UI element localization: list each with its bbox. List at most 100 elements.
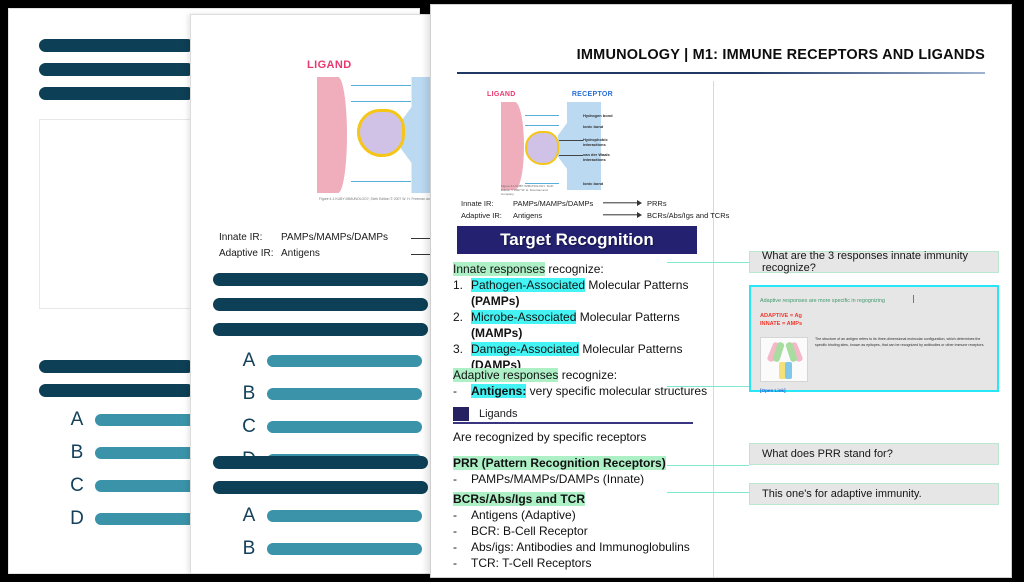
note-body-text: The structure of an antigen refers to it… — [815, 337, 985, 347]
choice-row[interactable]: B — [241, 383, 422, 405]
ligand-receptor-diagram: LIGAND RECEPTOR Hydrogen bond Ionic bond… — [479, 91, 619, 197]
list-text: Abs/igs: Antibodies and Immunoglobulins — [471, 540, 690, 554]
ir-value: PAMPs/MAMPs/DAMPs — [513, 198, 594, 208]
ligand-receptor-diagram-mid: LIGAND Figure 4-1 KUBY IMMUNOLOGY, Sixth… — [299, 59, 437, 204]
note-line-1: Adaptive responses are more specific in … — [760, 295, 988, 304]
list-item: - BCR: B-Cell Receptor — [453, 523, 728, 539]
header-divider — [457, 72, 985, 74]
section-marker-icon — [453, 406, 469, 421]
list-item: 2. Microbe-Associated Molecular Patterns — [453, 309, 705, 325]
section-banner: Target Recognition — [457, 226, 697, 254]
note-line-1-text: Adaptive responses are more specific in … — [760, 298, 885, 304]
choice-row[interactable]: C — [241, 416, 422, 438]
choice-row[interactable]: D — [69, 508, 195, 530]
antibody-stem — [785, 362, 792, 380]
ligands-section-title: Ligands — [479, 407, 518, 420]
list-item: - TCR: T-Cell Receptors — [453, 555, 728, 571]
innate-intro-highlight: Innate responses — [453, 262, 546, 276]
choice-letter: C — [70, 475, 84, 496]
choice-letter: B — [242, 538, 256, 559]
placeholder-bar — [213, 323, 428, 336]
innate-intro: Innate responses recognize: — [453, 261, 705, 277]
list-rest: Molecular Patterns — [576, 310, 680, 324]
connector-line — [667, 262, 749, 263]
list-subtext: (MAMPs) — [471, 326, 523, 340]
list-dash: - — [453, 524, 457, 538]
ir-row: Innate IR: PAMPs/MAMPs/DAMPs — [219, 230, 437, 246]
choice-bar — [95, 414, 195, 426]
list-number: 3. — [453, 342, 464, 356]
note-red-text: ADAPTIVE = Ag INNATE = AMPs — [760, 313, 988, 328]
list-text: PAMPs/MAMPs/DAMPs (Innate) — [471, 472, 645, 486]
diagram-annotation: Ionic bond — [583, 181, 604, 186]
ir-table: Innate IR: PAMPs/MAMPs/DAMPs PRRs Adapti… — [461, 197, 729, 221]
choice-row[interactable]: A — [241, 505, 422, 527]
choice-bar — [267, 510, 422, 522]
choice-row[interactable]: B — [241, 538, 422, 560]
adaptive-intro-highlight: Adaptive responses — [453, 368, 559, 382]
diagram-ligand-label: LIGAND — [307, 59, 352, 71]
antibody-diagram-thumbnail[interactable] — [760, 337, 808, 383]
placeholder-bar — [213, 481, 428, 494]
placeholder-bar — [213, 456, 428, 469]
list-highlight: Microbe-Associated — [471, 310, 577, 324]
question-card-text: What does PRR stand for? — [762, 448, 893, 460]
connector-line — [667, 386, 749, 387]
choice-bar — [267, 355, 422, 367]
ir-row: Adaptive IR: Antigens BCRs/Abs/Igs and T… — [461, 209, 729, 221]
ligands-subtitle: Are recognized by specific receptors — [453, 430, 647, 444]
list-dash: - — [453, 384, 457, 398]
open-link[interactable]: [Open Link] — [760, 388, 988, 393]
note-red-line-1: ADAPTIVE = Ag — [760, 313, 802, 319]
list-item: 3. Damage-Associated Molecular Patterns — [453, 341, 705, 357]
ir-target: PRRs — [647, 198, 667, 208]
ir-value: PAMPs/MAMPs/DAMPs — [281, 232, 389, 243]
list-item: 1. Pathogen-Associated Molecular Pattern… — [453, 277, 705, 293]
list-text: BCR: B-Cell Receptor — [471, 524, 588, 538]
list-text: Antigens (Adaptive) — [471, 508, 576, 522]
list-rest: Molecular Patterns — [585, 278, 689, 292]
annotation-note-card[interactable]: Adaptive responses are more specific in … — [749, 285, 999, 393]
question-card-innate[interactable]: What are the 3 responses innate immunity… — [749, 250, 999, 274]
list-subtext: (PAMPs) — [471, 294, 520, 308]
choice-row[interactable]: B — [69, 442, 195, 464]
choice-letter: A — [242, 505, 256, 526]
ir-key: Innate IR: — [461, 198, 494, 208]
ir-target: BCRs/Abs/Igs and TCRs — [647, 210, 730, 220]
connector-line — [667, 465, 749, 466]
slide-thumbnail-middle[interactable]: LIGAND Figure 4-1 KUBY IMMUNOLOGY, Sixth… — [190, 14, 438, 574]
choice-bar — [95, 447, 195, 459]
choice-row[interactable]: A — [241, 350, 422, 372]
section-underline — [453, 422, 693, 424]
question-card-text: What are the 3 responses innate immunity… — [762, 250, 969, 274]
placeholder-content-box — [39, 119, 199, 309]
choice-bar — [267, 543, 422, 555]
choice-bar — [95, 480, 195, 492]
leader-line — [559, 140, 583, 141]
slide-main[interactable]: IMMUNOLOGY | M1: IMMUNE RECEPTORS AND LI… — [430, 4, 1012, 578]
list-number: 1. — [453, 278, 464, 292]
choice-letter: A — [70, 409, 84, 430]
list-dash: - — [453, 556, 457, 570]
page-title: IMMUNOLOGY | M1: IMMUNE RECEPTORS AND LI… — [576, 47, 985, 63]
list-dash: - — [453, 472, 457, 486]
placeholder-bar — [39, 39, 194, 52]
screenshot-stage: A B C D LIGAND Figure 4-1 KUBY IMMUNOLOG… — [0, 0, 1024, 582]
diagram-caption: Figure 4-1 KUBY IMMUNOLOGY, Sixth Editio… — [501, 184, 554, 197]
diagram-annotation: Hydrogen bond — [583, 113, 613, 118]
choice-letter: B — [70, 442, 84, 463]
adaptive-intro-rest: recognize: — [558, 368, 618, 382]
choice-bar — [267, 388, 422, 400]
innate-intro-rest: recognize: — [545, 262, 604, 276]
note-body: The structure of an antigen refers to it… — [760, 337, 988, 383]
list-rest: Molecular Patterns — [579, 342, 683, 356]
diagram-ligand-label: LIGAND — [487, 91, 516, 98]
bond-line — [351, 101, 411, 102]
choice-row[interactable]: C — [69, 475, 195, 497]
choice-letter: B — [242, 383, 256, 404]
question-card-prr[interactable]: What does PRR stand for? — [749, 443, 999, 465]
question-card-adaptive[interactable]: This one's for adaptive immunity. — [749, 483, 999, 505]
bond-line — [351, 181, 411, 182]
choice-row[interactable]: A — [69, 409, 195, 431]
ir-value: Antigens — [281, 248, 320, 259]
